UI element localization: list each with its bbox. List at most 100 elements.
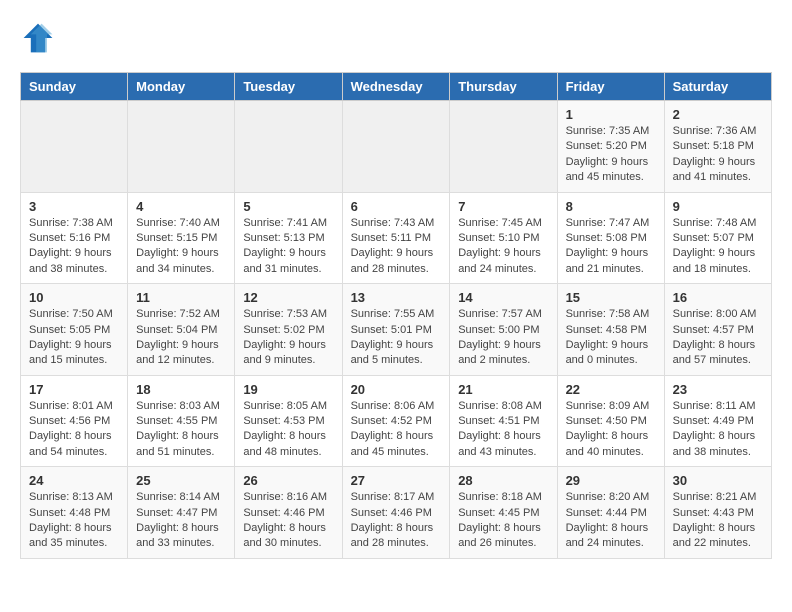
day-info: Sunrise: 8:05 AM Sunset: 4:53 PM Dayligh… [243, 399, 333, 461]
day-info: Sunrise: 8:21 AM Sunset: 4:43 PM Dayligh… [673, 490, 763, 552]
calendar-cell: 13Sunrise: 7:55 AM Sunset: 5:01 PM Dayli… [342, 284, 450, 376]
calendar-cell: 18 Sunrise: 8:03 AM Sunset: 4:55 PM Dayli… [128, 375, 235, 467]
logo-icon [20, 20, 56, 56]
calendar-cell [21, 101, 128, 193]
calendar-cell: 9 Sunrise: 7:48 AM Sunset: 5:07 PM Daylig… [664, 192, 771, 284]
calendar-cell: 19 Sunrise: 8:05 AM Sunset: 4:53 PM Dayli… [235, 375, 342, 467]
day-number: 24 [29, 473, 119, 488]
calendar-day-header: Tuesday [235, 73, 342, 101]
calendar-cell: 11 Sunrise: 7:52 AM Sunset: 5:04 PM Dayli… [128, 284, 235, 376]
day-info: Sunrise: 8:13 AM Sunset: 4:48 PM Dayligh… [29, 490, 119, 552]
day-info: Sunrise: 7:53 AM Sunset: 5:02 PM Dayligh… [243, 307, 333, 369]
day-number: 29 [566, 473, 656, 488]
calendar-cell: 24 Sunrise: 8:13 AM Sunset: 4:48 PM Dayli… [21, 467, 128, 559]
calendar-cell: 1 Sunrise: 7:35 AM Sunset: 5:20 PM Daylig… [557, 101, 664, 193]
day-number: 8 [566, 199, 656, 214]
calendar-cell [128, 101, 235, 193]
day-info: Sunrise: 7:35 AM Sunset: 5:20 PM Dayligh… [566, 124, 656, 186]
calendar-cell [450, 101, 557, 193]
day-info: Sunrise: 7:57 AM Sunset: 5:00 PM Dayligh… [458, 307, 548, 369]
calendar-week-row: 24 Sunrise: 8:13 AM Sunset: 4:48 PM Dayli… [21, 467, 772, 559]
calendar-cell: 12Sunrise: 7:53 AM Sunset: 5:02 PM Dayli… [235, 284, 342, 376]
calendar-day-header: Friday [557, 73, 664, 101]
day-number: 7 [458, 199, 548, 214]
calendar-cell: 26 Sunrise: 8:16 AM Sunset: 4:46 PM Dayli… [235, 467, 342, 559]
day-number: 30 [673, 473, 763, 488]
day-number: 28 [458, 473, 548, 488]
calendar-cell: 25 Sunrise: 8:14 AM Sunset: 4:47 PM Dayli… [128, 467, 235, 559]
logo [20, 20, 60, 56]
calendar-cell: 29 Sunrise: 8:20 AM Sunset: 4:44 PM Dayli… [557, 467, 664, 559]
day-info: Sunrise: 8:20 AM Sunset: 4:44 PM Dayligh… [566, 490, 656, 552]
page-header [20, 20, 772, 56]
day-info: Sunrise: 7:45 AM Sunset: 5:10 PM Dayligh… [458, 216, 548, 278]
calendar-cell: 4 Sunrise: 7:40 AM Sunset: 5:15 PM Daylig… [128, 192, 235, 284]
calendar-day-header: Wednesday [342, 73, 450, 101]
calendar-cell: 22 Sunrise: 8:09 AM Sunset: 4:50 PM Dayli… [557, 375, 664, 467]
calendar-day-header: Monday [128, 73, 235, 101]
day-info: Sunrise: 7:52 AM Sunset: 5:04 PM Dayligh… [136, 307, 226, 369]
day-number: 2 [673, 107, 763, 122]
day-info: Sunrise: 7:50 AM Sunset: 5:05 PM Dayligh… [29, 307, 119, 369]
calendar-cell: 20 Sunrise: 8:06 AM Sunset: 4:52 PM Dayli… [342, 375, 450, 467]
day-info: Sunrise: 7:58 AM Sunset: 4:58 PM Dayligh… [566, 307, 656, 369]
day-info: Sunrise: 8:18 AM Sunset: 4:45 PM Dayligh… [458, 490, 548, 552]
day-info: Sunrise: 8:03 AM Sunset: 4:55 PM Dayligh… [136, 399, 226, 461]
calendar-cell: 14Sunrise: 7:57 AM Sunset: 5:00 PM Dayli… [450, 284, 557, 376]
day-info: Sunrise: 8:00 AM Sunset: 4:57 PM Dayligh… [673, 307, 763, 369]
calendar-cell: 15 Sunrise: 7:58 AM Sunset: 4:58 PM Dayli… [557, 284, 664, 376]
calendar-day-header: Sunday [21, 73, 128, 101]
day-info: Sunrise: 7:38 AM Sunset: 5:16 PM Dayligh… [29, 216, 119, 278]
day-info: Sunrise: 7:41 AM Sunset: 5:13 PM Dayligh… [243, 216, 333, 278]
day-info: Sunrise: 8:01 AM Sunset: 4:56 PM Dayligh… [29, 399, 119, 461]
calendar-cell: 21 Sunrise: 8:08 AM Sunset: 4:51 PM Dayli… [450, 375, 557, 467]
day-info: Sunrise: 7:40 AM Sunset: 5:15 PM Dayligh… [136, 216, 226, 278]
calendar-table: SundayMondayTuesdayWednesdayThursdayFrid… [20, 72, 772, 559]
calendar-week-row: 17 Sunrise: 8:01 AM Sunset: 4:56 PM Dayli… [21, 375, 772, 467]
calendar-day-header: Saturday [664, 73, 771, 101]
day-number: 1 [566, 107, 656, 122]
calendar-cell: 17 Sunrise: 8:01 AM Sunset: 4:56 PM Dayli… [21, 375, 128, 467]
day-number: 5 [243, 199, 333, 214]
calendar-cell: 16 Sunrise: 8:00 AM Sunset: 4:57 PM Dayli… [664, 284, 771, 376]
calendar-cell: 2 Sunrise: 7:36 AM Sunset: 5:18 PM Daylig… [664, 101, 771, 193]
day-info: Sunrise: 8:06 AM Sunset: 4:52 PM Dayligh… [351, 399, 442, 461]
day-number: 23 [673, 382, 763, 397]
day-number: 9 [673, 199, 763, 214]
day-number: 6 [351, 199, 442, 214]
calendar-cell: 8Sunrise: 7:47 AM Sunset: 5:08 PM Daylig… [557, 192, 664, 284]
day-number: 4 [136, 199, 226, 214]
day-info: Sunrise: 8:16 AM Sunset: 4:46 PM Dayligh… [243, 490, 333, 552]
day-number: 15 [566, 290, 656, 305]
calendar-cell: 3 Sunrise: 7:38 AM Sunset: 5:16 PM Daylig… [21, 192, 128, 284]
day-info: Sunrise: 7:48 AM Sunset: 5:07 PM Dayligh… [673, 216, 763, 278]
day-number: 26 [243, 473, 333, 488]
day-number: 22 [566, 382, 656, 397]
day-info: Sunrise: 7:43 AM Sunset: 5:11 PM Dayligh… [351, 216, 442, 278]
calendar-cell: 5 Sunrise: 7:41 AM Sunset: 5:13 PM Daylig… [235, 192, 342, 284]
day-number: 11 [136, 290, 226, 305]
day-number: 27 [351, 473, 442, 488]
day-info: Sunrise: 8:08 AM Sunset: 4:51 PM Dayligh… [458, 399, 548, 461]
day-number: 19 [243, 382, 333, 397]
day-number: 25 [136, 473, 226, 488]
day-info: Sunrise: 8:09 AM Sunset: 4:50 PM Dayligh… [566, 399, 656, 461]
day-number: 16 [673, 290, 763, 305]
day-info: Sunrise: 7:36 AM Sunset: 5:18 PM Dayligh… [673, 124, 763, 186]
calendar-cell: 30 Sunrise: 8:21 AM Sunset: 4:43 PM Dayli… [664, 467, 771, 559]
day-info: Sunrise: 8:14 AM Sunset: 4:47 PM Dayligh… [136, 490, 226, 552]
calendar-cell [342, 101, 450, 193]
day-number: 18 [136, 382, 226, 397]
day-info: Sunrise: 8:11 AM Sunset: 4:49 PM Dayligh… [673, 399, 763, 461]
calendar-cell: 27Sunrise: 8:17 AM Sunset: 4:46 PM Dayli… [342, 467, 450, 559]
day-number: 13 [351, 290, 442, 305]
day-number: 20 [351, 382, 442, 397]
day-number: 21 [458, 382, 548, 397]
calendar-cell: 23 Sunrise: 8:11 AM Sunset: 4:49 PM Dayli… [664, 375, 771, 467]
calendar-cell: 6 Sunrise: 7:43 AM Sunset: 5:11 PM Daylig… [342, 192, 450, 284]
calendar-week-row: 10 Sunrise: 7:50 AM Sunset: 5:05 PM Dayli… [21, 284, 772, 376]
day-number: 17 [29, 382, 119, 397]
calendar-day-header: Thursday [450, 73, 557, 101]
day-number: 10 [29, 290, 119, 305]
day-number: 3 [29, 199, 119, 214]
